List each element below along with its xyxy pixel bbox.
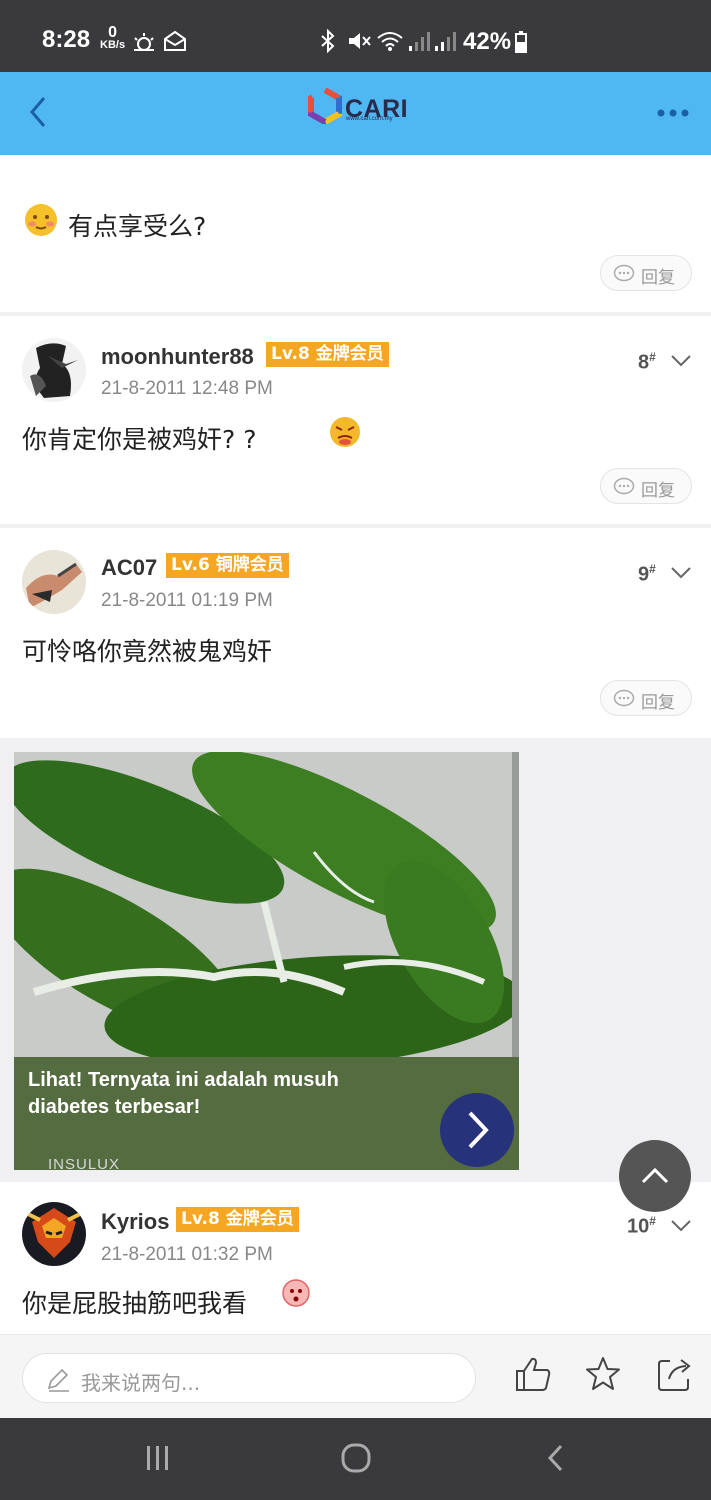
username[interactable]: AC07 [101,555,157,581]
battery-level: 42% [463,28,512,55]
ad-brand: INSULUX [48,1156,121,1170]
post-content: 你是屁股抽筋吧我看 [22,1289,248,1318]
signal-icon [409,32,430,51]
comment-icon [613,477,635,495]
level-badge: Lv.8 金牌会员 [176,1207,299,1232]
cari-logo-icon [308,88,342,124]
status-time: 8:28 [42,26,91,53]
mail-icon [164,30,186,51]
scroll-to-top-button[interactable] [619,1140,691,1212]
pencil-icon [47,1368,69,1392]
back-icon[interactable] [26,94,50,130]
post-content: 有点享受么? [68,212,207,241]
post-card: AC07 Lv.6 铜牌会员 21-8-2011 01:19 PM 9# 可怜咯… [0,528,711,738]
post-date: 21-8-2011 12:48 PM [101,378,273,399]
floor-number: 10# [627,1214,656,1238]
comment-placeholder: 我来说两句... [81,1371,201,1395]
signal-icon-2 [435,32,456,51]
reply-button[interactable]: 回复 [600,468,692,504]
chevron-down-icon[interactable] [670,354,692,368]
wifi-icon [377,32,403,51]
post-card: moonhunter88 Lv.8 金牌会员 21-8-2011 12:48 P… [0,316,711,524]
post-card: 有点享受么? 回复 [0,155,711,312]
ad-next-button[interactable] [440,1093,514,1167]
comment-input[interactable]: 我来说两句... [22,1353,476,1403]
shy-emoji-icon [25,204,57,236]
back-nav-icon[interactable] [544,1442,568,1474]
avatar[interactable] [22,1202,86,1266]
advertisement[interactable]: Lihat! Ternyata ini adalah musuh diabete… [14,752,519,1170]
username[interactable]: Kyrios [101,1209,169,1235]
ad-caption: Lihat! Ternyata ini adalah musuh diabete… [28,1069,339,1118]
post-date: 21-8-2011 01:19 PM [101,590,273,611]
recent-apps-icon[interactable] [144,1442,172,1474]
post-date: 21-8-2011 01:32 PM [101,1244,273,1265]
reply-button[interactable]: 回复 [600,255,692,291]
mute-icon [349,33,371,49]
star-icon[interactable] [584,1355,622,1393]
floor-number: 9# [638,562,656,586]
post-content: 你肯定你是被鸡奸? ? [22,425,257,454]
logo-url: www.cari.com.my [346,116,393,122]
ad-image [14,752,519,1062]
chevron-down-icon[interactable] [670,1219,692,1233]
top-nav-bar: CARI www.cari.com.my [0,72,711,155]
comment-icon [613,689,635,707]
battery-icon [515,31,527,53]
bluetooth-icon [321,29,335,53]
angry-emoji-icon [330,417,360,447]
chevron-up-icon [641,1167,669,1184]
avatar[interactable] [22,550,86,614]
floor-number: 8# [638,350,656,374]
like-icon[interactable] [514,1355,552,1393]
network-speed: 0 KB/s [100,24,126,51]
chevron-down-icon[interactable] [670,566,692,580]
post-content: 可怜咯你竟然被鬼鸡奸 [22,637,273,666]
username[interactable]: moonhunter88 [101,344,254,370]
avatar[interactable] [22,338,86,402]
status-bar: 8:28 0 KB/s 42% [0,0,711,72]
more-options-icon[interactable] [656,108,690,118]
weather-icon [134,33,154,51]
level-badge: Lv.6 铜牌会员 [166,553,289,578]
home-icon[interactable] [340,1442,372,1474]
comment-bar: 我来说两句... [0,1334,711,1418]
system-nav-bar [0,1418,711,1500]
blush-emoji-icon [282,1279,310,1307]
level-badge: Lv.8 金牌会员 [266,342,389,367]
reply-button[interactable]: 回复 [600,680,692,716]
share-icon[interactable] [656,1355,694,1393]
post-card: Kyrios Lv.8 金牌会员 21-8-2011 01:32 PM 10# … [0,1182,711,1334]
chevron-right-icon [468,1111,489,1149]
comment-icon [613,264,635,282]
